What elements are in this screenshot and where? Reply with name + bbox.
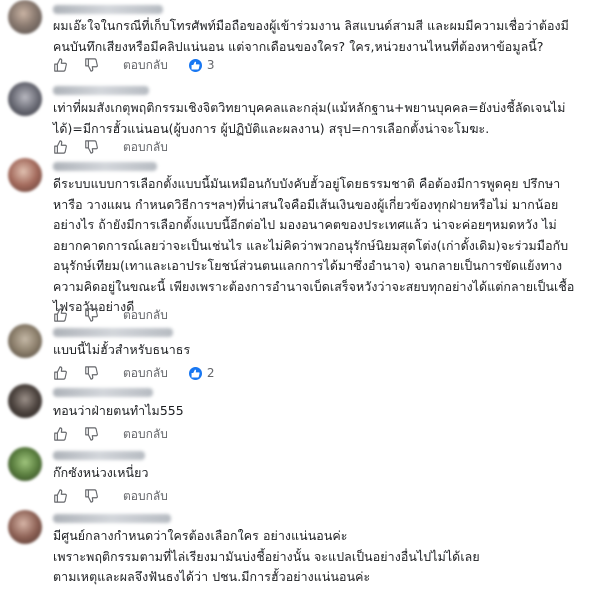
- reply-link[interactable]: ตอบกลับ: [123, 56, 168, 75]
- comment-text: ดีระบบแบบการเลือกตั้งแบบนี้มันเหมือนกับบ…: [53, 174, 593, 318]
- thumbs-up-icon[interactable]: [53, 58, 67, 72]
- thumbs-down-icon[interactable]: [84, 140, 98, 154]
- commenter-name-blurred[interactable]: [53, 86, 149, 95]
- commenter-name-blurred[interactable]: [53, 451, 145, 460]
- comment-line: ดีระบบแบบการเลือกตั้งแบบนี้มันเหมือนกับบ…: [53, 176, 561, 191]
- reply-link[interactable]: ตอบกลับ: [123, 487, 168, 506]
- thumbs-up-icon[interactable]: [53, 427, 67, 441]
- comment-line: อย่างไร ถ้ายังมีการเลือกตั้งแบบนี้อีกต่อ…: [53, 217, 557, 232]
- reply-link[interactable]: ตอบกลับ: [123, 425, 168, 444]
- like-reaction-icon: [187, 365, 203, 381]
- commenter-avatar[interactable]: [8, 158, 42, 192]
- comment-text: แบบนี้ไม่ฮั้วสำหรับธนาธร: [53, 340, 593, 361]
- thumbs-down-icon[interactable]: [84, 427, 98, 441]
- comment-text: ผมเอ๊ะใจในกรณีที่เก็บโทรศัพท์มือถือของผู…: [53, 16, 593, 57]
- comment-text: ก๊กซังหน่วงเหนี่ยว: [53, 463, 593, 484]
- comments-thread: { "ui": { "reply_label": "ตอบกลับ", "lik…: [0, 0, 600, 604]
- commenter-name-blurred[interactable]: [53, 328, 173, 337]
- comment-text: ทอนว่าฝ่ายตนทำไม555: [53, 401, 593, 422]
- comment-line: ความคิดอยู่ในขณะนี้ เพียงเพราะต้องการอำน…: [53, 278, 575, 294]
- thumbs-down-icon[interactable]: [84, 308, 98, 322]
- comment-text: มีศูนย์กลางกำหนดว่าใครต้องเลือกใคร อย่าง…: [53, 526, 593, 588]
- commenter-avatar[interactable]: [8, 324, 42, 358]
- thumbs-down-icon[interactable]: [84, 58, 98, 72]
- comment-actions: ตอบกลับ: [53, 425, 168, 443]
- commenter-avatar[interactable]: [8, 447, 42, 481]
- reaction-count: 2: [206, 366, 215, 380]
- commenter-name-blurred[interactable]: [53, 5, 163, 14]
- commenter-avatar[interactable]: [8, 510, 42, 544]
- comment-line: มีศูนย์กลางกำหนดว่าใครต้องเลือกใคร อย่าง…: [53, 528, 348, 543]
- comment-line: ตามเหตุและผลจึงฟันธงได้ว่า ปชน.มีการฮั้ว…: [53, 569, 371, 584]
- like-reaction-icon: [187, 57, 203, 73]
- comment-line: ได้)=มีการฮั้วแน่นอน(ผู้บงการ ผู้ปฏิบัติ…: [53, 120, 490, 136]
- comment-actions: ตอบกลับ: [53, 306, 168, 324]
- reaction-count: 3: [206, 58, 215, 72]
- commenter-avatar[interactable]: [8, 384, 42, 418]
- reply-link[interactable]: ตอบกลับ: [123, 138, 168, 157]
- comment-line: ผมเอ๊ะใจในกรณีที่เก็บโทรศัพท์มือถือของผู…: [53, 18, 569, 33]
- commenter-name-blurred[interactable]: [53, 162, 157, 171]
- commenter-name-blurred[interactable]: [53, 388, 153, 397]
- comment-actions: ตอบกลับ 2: [53, 364, 215, 382]
- reaction-summary[interactable]: 3: [187, 57, 215, 73]
- commenter-name-blurred[interactable]: [53, 514, 171, 523]
- thumbs-up-icon[interactable]: [53, 366, 67, 380]
- reply-link[interactable]: ตอบกลับ: [123, 364, 168, 383]
- thumbs-down-icon[interactable]: [84, 489, 98, 503]
- comment-line: อยากคาดการณ์เลยว่าจะเป็นเช่นไร และไม่คิด…: [53, 237, 569, 253]
- comment-line: หารือ วางแผน กำหนดวิธีการฯลฯ)ที่น่าสนใจค…: [53, 196, 559, 212]
- thumbs-up-icon[interactable]: [53, 140, 67, 154]
- comment-line: ทอนว่าฝ่ายตนทำไม555: [53, 403, 184, 418]
- comment-line: คนบันทึกเสียงหรือมีคลิปแน่นอน แต่จากเดือ…: [53, 38, 544, 54]
- comment-line: ก๊กซังหน่วงเหนี่ยว: [53, 465, 149, 480]
- comment-line: แบบนี้ไม่ฮั้วสำหรับธนาธร: [53, 342, 191, 357]
- commenter-avatar[interactable]: [8, 0, 42, 34]
- comment-actions: ตอบกลับ 3: [53, 56, 215, 74]
- reply-link[interactable]: ตอบกลับ: [123, 306, 168, 325]
- comment-line: เท่าที่ผมสังเกตุพฤติกรรมเชิงจิตวิทยาบุคค…: [53, 100, 566, 115]
- commenter-avatar[interactable]: [8, 82, 42, 116]
- comment-line: เพราะพฤติกรรมตามที่ไล่เรียงมามันบ่งชี้อย…: [53, 548, 480, 564]
- comment-actions: ตอบกลับ: [53, 138, 168, 156]
- comment-line: อนุรักษ์เทียม(เทาและเอาประโยชน์ส่วนตนแลก…: [53, 258, 563, 273]
- comment-text: เท่าที่ผมสังเกตุพฤติกรรมเชิงจิตวิทยาบุคค…: [53, 98, 593, 139]
- thumbs-down-icon[interactable]: [84, 366, 98, 380]
- thumbs-up-icon[interactable]: [53, 308, 67, 322]
- thumbs-up-icon[interactable]: [53, 489, 67, 503]
- comment-actions: ตอบกลับ: [53, 487, 168, 505]
- reaction-summary[interactable]: 2: [187, 365, 215, 381]
